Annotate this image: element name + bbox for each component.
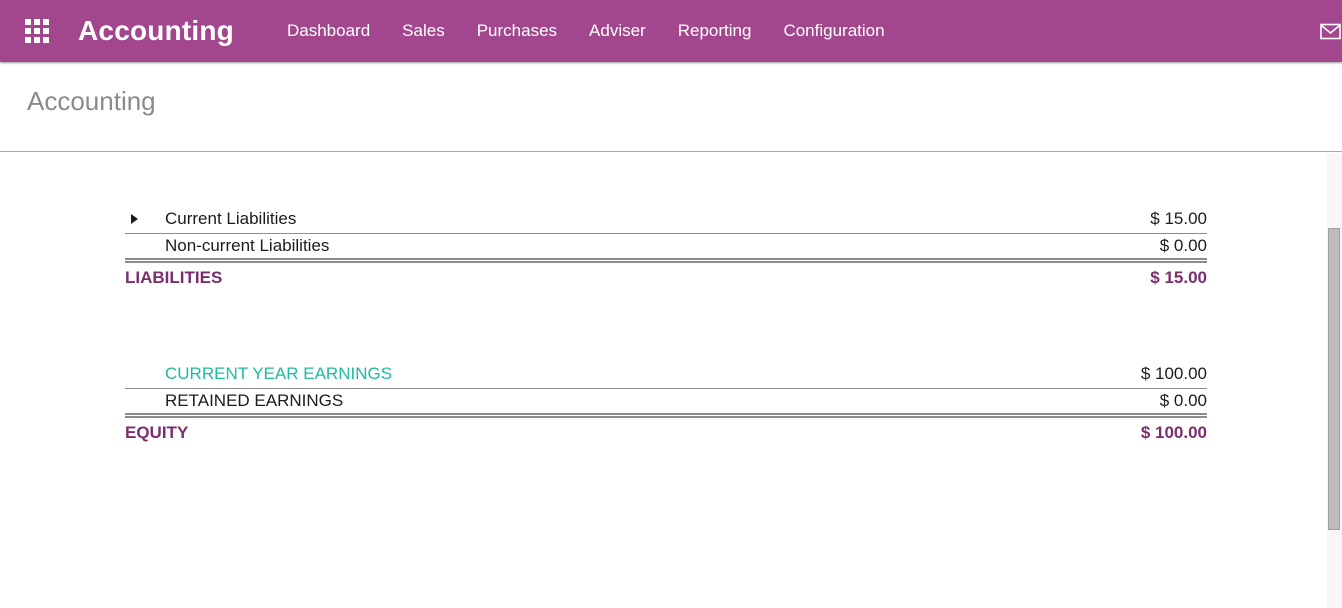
report-section-liabilities: Current Liabilities $ 15.00 Non-current … (125, 205, 1207, 293)
scrollbar-thumb[interactable] (1328, 228, 1340, 530)
report-row-value: $ 0.00 (1160, 391, 1207, 411)
report-total-value: $ 100.00 (1141, 423, 1207, 443)
report-row-label[interactable]: Current Liabilities (125, 209, 296, 229)
nav-item-adviser[interactable]: Adviser (573, 0, 662, 62)
report-total-label: EQUITY (125, 423, 188, 443)
report-row-noncurrent-liabilities: Non-current Liabilities $ 0.00 (125, 234, 1207, 263)
report-row-value: $ 15.00 (1150, 209, 1207, 229)
messages-menu-button[interactable] (1320, 23, 1341, 40)
breadcrumb-title: Accounting (27, 86, 156, 117)
report-section-equity: CURRENT YEAR EARNINGS $ 100.00 RETAINED … (125, 360, 1207, 448)
scrollbar-track[interactable] (1327, 153, 1342, 608)
report-total-liabilities: LIABILITIES $ 15.00 (125, 263, 1207, 293)
report-content: Current Liabilities $ 15.00 Non-current … (0, 152, 1342, 607)
report-row-retained-earnings: RETAINED EARNINGS $ 0.00 (125, 389, 1207, 418)
report-row-value: $ 0.00 (1160, 236, 1207, 256)
nav-item-configuration[interactable]: Configuration (767, 0, 900, 62)
caret-right-icon[interactable] (131, 214, 138, 224)
top-menu: Dashboard Sales Purchases Adviser Report… (271, 0, 901, 62)
report-row-value: $ 100.00 (1141, 364, 1207, 384)
report-row-label[interactable]: CURRENT YEAR EARNINGS (125, 364, 392, 384)
report-total-value: $ 15.00 (1150, 268, 1207, 288)
nav-item-sales[interactable]: Sales (386, 0, 461, 62)
nav-item-dashboard[interactable]: Dashboard (271, 0, 386, 62)
nav-item-purchases[interactable]: Purchases (461, 0, 573, 62)
apps-menu-button[interactable] (25, 19, 49, 43)
report-row-label[interactable]: Non-current Liabilities (125, 236, 329, 256)
app-name[interactable]: Accounting (78, 15, 234, 47)
report-row-label[interactable]: RETAINED EARNINGS (125, 391, 343, 411)
report-total-equity: EQUITY $ 100.00 (125, 418, 1207, 448)
report-row-current-year-earnings: CURRENT YEAR EARNINGS $ 100.00 (125, 360, 1207, 389)
report-row-current-liabilities: Current Liabilities $ 15.00 (125, 205, 1207, 234)
nav-item-reporting[interactable]: Reporting (662, 0, 768, 62)
financial-report-table: Current Liabilities $ 15.00 Non-current … (125, 152, 1207, 448)
report-total-label: LIABILITIES (125, 268, 222, 288)
apps-grid-icon (25, 19, 49, 43)
breadcrumb: Accounting (0, 62, 1342, 152)
envelope-icon (1320, 23, 1341, 40)
top-navbar: Accounting Dashboard Sales Purchases Adv… (0, 0, 1342, 62)
